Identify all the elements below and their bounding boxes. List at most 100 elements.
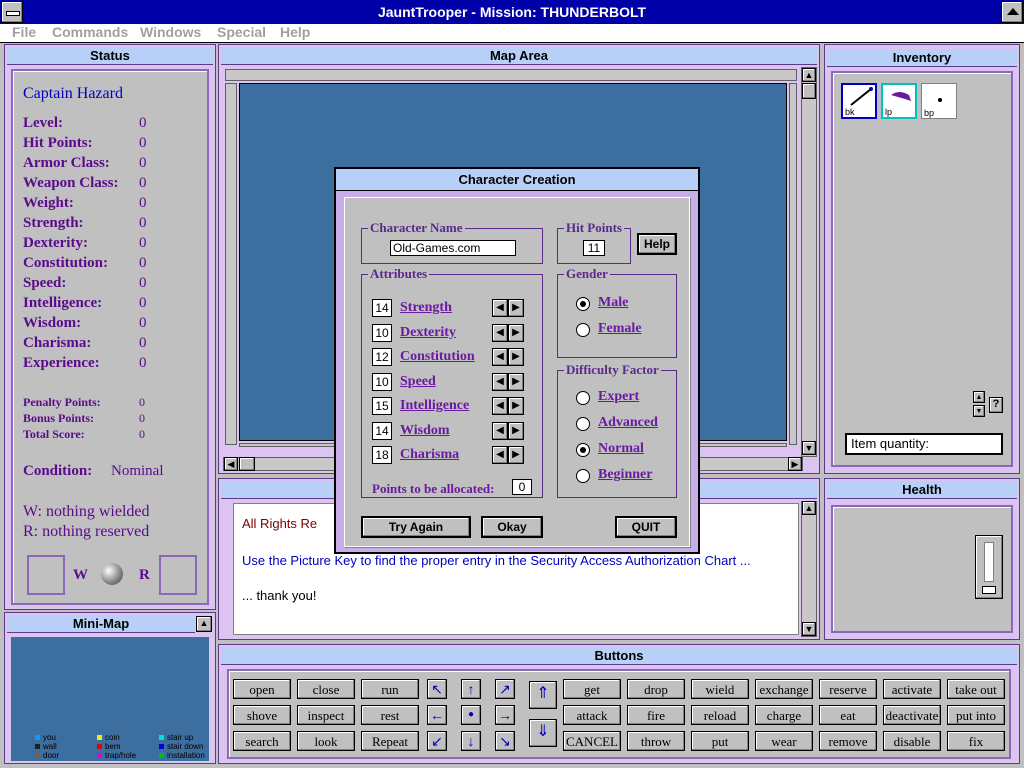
quantity-down-button[interactable]: ▼	[973, 405, 985, 417]
command-put-button[interactable]: put	[691, 731, 749, 751]
inventory-item-bk[interactable]: bk	[841, 83, 877, 119]
help-button[interactable]: Help	[637, 233, 677, 255]
beginner-label[interactable]: Beginner	[598, 467, 652, 483]
increase-speed-button[interactable]: ▶	[508, 372, 524, 391]
message-scroll-up[interactable]: ▲	[802, 501, 816, 515]
command-fire-button[interactable]: fire	[627, 705, 685, 725]
command-fix-button[interactable]: fix	[947, 731, 1005, 751]
increase-charisma-button[interactable]: ▶	[508, 446, 524, 464]
decrease-dexterity-button[interactable]: ◀	[492, 323, 508, 342]
menu-commands[interactable]: Commands	[52, 24, 128, 40]
command-put-into-button[interactable]: put into	[947, 705, 1005, 725]
command-cancel-button[interactable]: CANCEL	[563, 731, 621, 751]
command-remove-button[interactable]: remove	[819, 731, 877, 751]
advanced-radio[interactable]	[576, 417, 590, 431]
item-quantity-field[interactable]: Item quantity:	[845, 433, 1003, 455]
decrease-charisma-button[interactable]: ◀	[492, 446, 508, 464]
command-run-button[interactable]: run	[361, 679, 419, 699]
scroll-down-button[interactable]: ▼	[802, 441, 816, 455]
scroll-up-button[interactable]: ▲	[802, 68, 816, 82]
expert-label[interactable]: Expert	[598, 389, 639, 405]
command-close-button[interactable]: close	[297, 679, 355, 699]
scroll-right-button[interactable]: ▶	[788, 457, 802, 471]
wielded-slot[interactable]	[27, 555, 65, 595]
wait-button[interactable]: ●	[461, 705, 481, 725]
scroll-left-button[interactable]: ◀	[224, 457, 238, 471]
command-rest-button[interactable]: rest	[361, 705, 419, 725]
increase-intelligence-button[interactable]: ▶	[508, 397, 524, 415]
try-again-button[interactable]: Try Again	[361, 516, 471, 538]
reserved-slot[interactable]	[159, 555, 197, 595]
level-down-button[interactable]: ⇓	[529, 719, 557, 747]
command-eat-button[interactable]: eat	[819, 705, 877, 725]
decrease-constitution-button[interactable]: ◀	[492, 348, 508, 366]
okay-button[interactable]: Okay	[481, 516, 543, 538]
female-label[interactable]: Female	[598, 321, 642, 337]
swap-orb-icon[interactable]	[101, 563, 123, 585]
inventory-item-bp[interactable]: bp	[921, 83, 957, 119]
decrease-intelligence-button[interactable]: ◀	[492, 397, 508, 415]
increase-strength-button[interactable]: ▶	[508, 299, 524, 317]
command-reserve-button[interactable]: reserve	[819, 679, 877, 699]
command-look-button[interactable]: look	[297, 731, 355, 751]
decrease-speed-button[interactable]: ◀	[492, 372, 508, 391]
expert-radio[interactable]	[576, 391, 590, 405]
command-drop-button[interactable]: drop	[627, 679, 685, 699]
beginner-radio[interactable]	[576, 469, 590, 483]
command-throw-button[interactable]: throw	[627, 731, 685, 751]
move-west-button[interactable]: ←	[427, 705, 447, 725]
command-wield-button[interactable]: wield	[691, 679, 749, 699]
inventory-item-lp[interactable]: lp	[881, 83, 917, 119]
menu-special[interactable]: Special	[217, 24, 266, 40]
decrease-wisdom-button[interactable]: ◀	[492, 421, 508, 440]
advanced-label[interactable]: Advanced	[598, 415, 658, 431]
command-reload-button[interactable]: reload	[691, 705, 749, 725]
move-east-button[interactable]: →	[495, 705, 515, 725]
male-radio[interactable]	[576, 297, 590, 311]
vertical-scroll-thumb[interactable]	[802, 83, 816, 99]
increase-wisdom-button[interactable]: ▶	[508, 421, 524, 440]
increase-constitution-button[interactable]: ▶	[508, 348, 524, 366]
menu-windows[interactable]: Windows	[140, 24, 201, 40]
move-northeast-button[interactable]: ↗	[495, 679, 515, 699]
command-deactivate-button[interactable]: deactivate	[883, 705, 941, 725]
character-name-input[interactable]: Old-Games.com	[390, 240, 516, 256]
command-attack-button[interactable]: attack	[563, 705, 621, 725]
male-label[interactable]: Male	[598, 295, 628, 311]
menu-help[interactable]: Help	[280, 24, 310, 40]
move-northwest-button[interactable]: ↖	[427, 679, 447, 699]
message-scroll-down[interactable]: ▼	[802, 622, 816, 636]
command-inspect-button[interactable]: inspect	[297, 705, 355, 725]
move-southwest-button[interactable]: ↙	[427, 731, 447, 751]
message-scrollbar[interactable]	[801, 501, 817, 637]
decrease-strength-button[interactable]: ◀	[492, 299, 508, 317]
command-exchange-button[interactable]: exchange	[755, 679, 813, 699]
command-repeat-button[interactable]: Repeat	[361, 731, 419, 751]
command-activate-button[interactable]: activate	[883, 679, 941, 699]
command-wear-button[interactable]: wear	[755, 731, 813, 751]
quantity-up-button[interactable]: ▲	[973, 391, 985, 403]
normal-label[interactable]: Normal	[598, 441, 644, 457]
maximize-button[interactable]	[1001, 1, 1023, 23]
help-question-button[interactable]: ?	[989, 397, 1003, 413]
increase-dexterity-button[interactable]: ▶	[508, 323, 524, 342]
minimap-view[interactable]	[11, 637, 209, 733]
normal-radio[interactable]	[576, 443, 590, 457]
command-shove-button[interactable]: shove	[233, 705, 291, 725]
command-disable-button[interactable]: disable	[883, 731, 941, 751]
menu-file[interactable]: File	[12, 24, 36, 40]
command-open-button[interactable]: open	[233, 679, 291, 699]
map-vertical-scrollbar[interactable]	[801, 67, 817, 457]
female-radio[interactable]	[576, 323, 590, 337]
level-up-button[interactable]: ⇑	[529, 681, 557, 709]
move-south-button[interactable]: ↓	[461, 731, 481, 751]
horizontal-scroll-thumb[interactable]	[239, 457, 255, 471]
command-search-button[interactable]: search	[233, 731, 291, 751]
quit-button[interactable]: QUIT	[615, 516, 677, 538]
move-north-button[interactable]: ↑	[461, 679, 481, 699]
command-get-button[interactable]: get	[563, 679, 621, 699]
command-take-out-button[interactable]: take out	[947, 679, 1005, 699]
command-charge-button[interactable]: charge	[755, 705, 813, 725]
move-southeast-button[interactable]: ↘	[495, 731, 515, 751]
minimap-collapse-button[interactable]: ▲	[196, 616, 212, 632]
